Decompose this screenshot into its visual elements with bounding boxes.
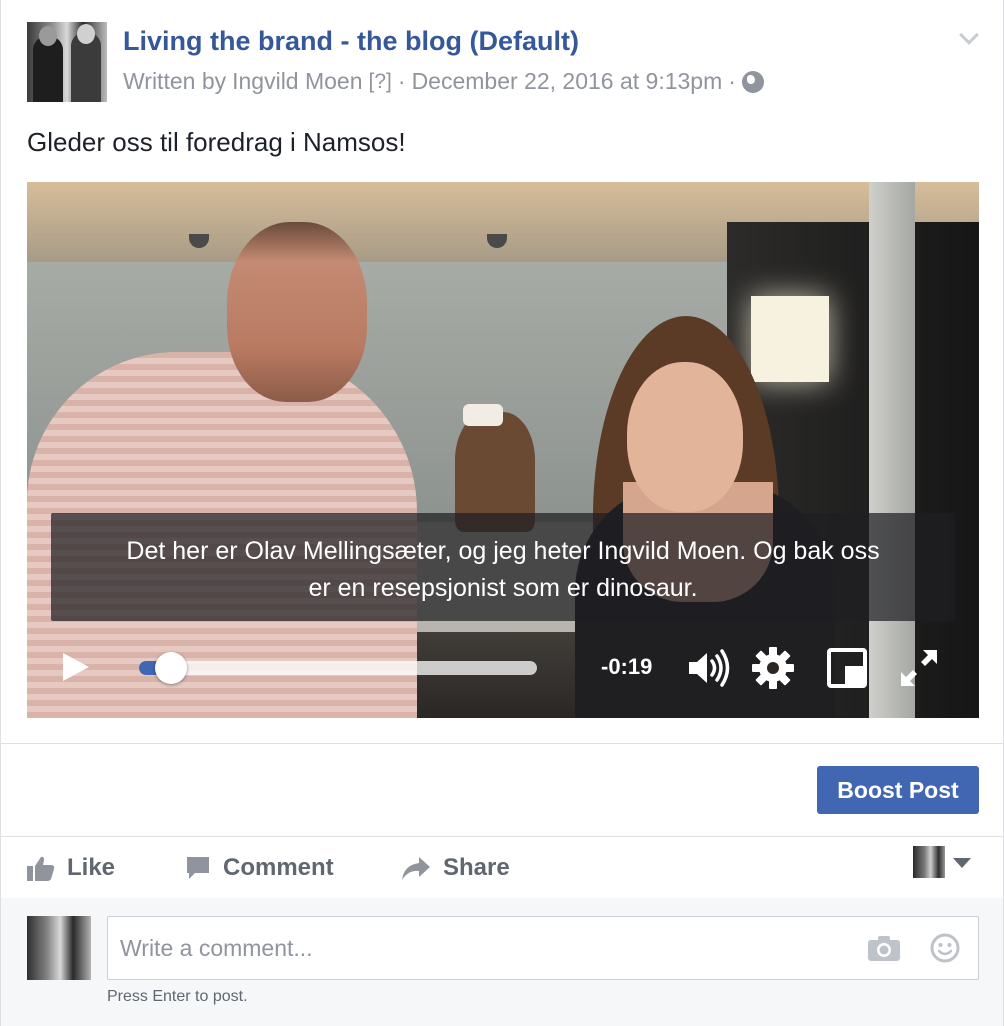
pip-icon[interactable] <box>827 648 867 688</box>
video-caption: Det her er Olav Mellingsæter, og jeg het… <box>51 513 955 621</box>
divider <box>1 836 1003 837</box>
author-name[interactable]: Ingvild Moen <box>232 68 362 95</box>
camera-icon[interactable] <box>868 935 900 961</box>
post-text: Gleder oss til foredrag i Namsos! <box>27 127 406 157</box>
page-avatar[interactable] <box>27 22 107 102</box>
like-button[interactable]: Like <box>27 852 115 884</box>
separator: · <box>397 68 406 94</box>
commenter-avatar <box>27 916 91 980</box>
press-enter-hint: Press Enter to post. <box>107 988 248 1005</box>
share-button[interactable]: Share <box>401 852 510 884</box>
caret-down-icon <box>953 858 971 868</box>
play-icon[interactable] <box>63 653 89 681</box>
boost-post-button[interactable]: Boost Post <box>817 766 979 814</box>
comment-icon <box>187 857 209 879</box>
share-label: Share <box>443 854 510 881</box>
byline-prefix: Written by <box>123 68 227 94</box>
caption-line: er en resepsjonist som er dinosaur. <box>308 574 698 602</box>
post-options-chevron-icon[interactable] <box>959 28 977 46</box>
post-as-selector[interactable] <box>913 846 973 880</box>
smiley-icon[interactable] <box>930 933 960 963</box>
time-remaining: -0:19 <box>601 654 653 679</box>
page-name-link[interactable]: Living the brand - the blog (Default) <box>123 26 579 57</box>
divider <box>1 743 1003 744</box>
fullscreen-icon[interactable] <box>899 648 939 688</box>
separator: · <box>728 68 736 94</box>
post-card: Living the brand - the blog (Default) Wr… <box>0 0 1004 1026</box>
video-progress-bar[interactable] <box>139 652 537 684</box>
globe-icon[interactable] <box>741 70 764 93</box>
post-byline: Written by Ingvild Moen [?] · December 2… <box>123 68 764 95</box>
thumbs-up-icon <box>27 856 55 881</box>
comment-input[interactable] <box>120 917 860 979</box>
post-as-avatar <box>913 846 945 878</box>
like-label: Like <box>67 854 116 881</box>
video-player[interactable]: Det her er Olav Mellingsæter, og jeg het… <box>27 182 979 718</box>
comment-composer: Press Enter to post. <box>1 898 1003 1026</box>
comment-input-box[interactable] <box>107 916 979 980</box>
comment-button[interactable]: Comment <box>185 852 334 884</box>
comment-label: Comment <box>223 854 334 881</box>
settings-icon[interactable] <box>751 646 795 690</box>
share-arrow-icon <box>402 857 430 880</box>
progress-thumb[interactable] <box>155 652 187 684</box>
volume-icon[interactable] <box>687 648 731 688</box>
post-timestamp[interactable]: December 22, 2016 at 9:13pm <box>412 68 723 95</box>
video-controls: -0:19 <box>27 628 979 718</box>
help-marker[interactable]: [?] <box>369 70 392 94</box>
caption-line: Det her er Olav Mellingsæter, og jeg het… <box>126 537 880 565</box>
